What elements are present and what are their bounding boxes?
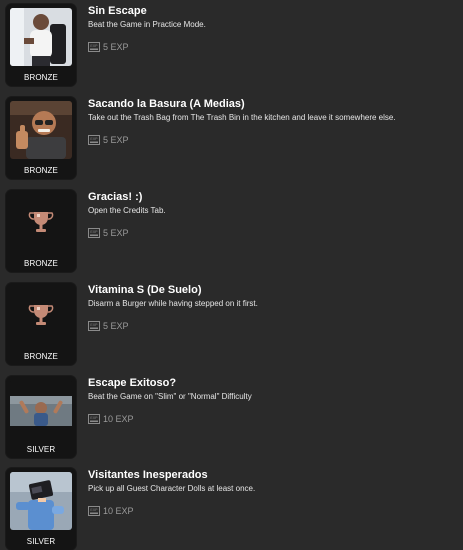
achievement-thumbnail: BRONZE: [6, 190, 76, 272]
exp-icon-text: EXP: [90, 230, 98, 234]
achievement-title: Sin Escape: [88, 5, 147, 17]
achievement-thumbnail: BRONZE: [6, 4, 76, 86]
exp-icon: EXP: [88, 506, 100, 516]
achievement-item[interactable]: BRONZE Sin Escape Beat the Game in Pract…: [6, 4, 456, 86]
exp-icon-text: EXP: [90, 137, 98, 141]
exp-reward: EXP 5 EXP: [88, 134, 129, 146]
exp-reward: EXP 5 EXP: [88, 320, 129, 332]
achievement-text: Sin Escape Beat the Game in Practice Mod…: [88, 4, 454, 30]
achievement-title: Sacando la Basura (A Medias): [88, 98, 245, 110]
tier-label: BRONZE: [24, 259, 58, 268]
doll-figure-photo: [10, 472, 72, 530]
exp-icon: EXP: [88, 414, 100, 424]
thumbs-up-photo: [10, 101, 72, 159]
achievement-thumbnail: SILVER: [6, 376, 76, 458]
tier-label: BRONZE: [24, 166, 58, 175]
achievement-text: Gracias! :) Open the Credits Tab.: [88, 190, 454, 216]
exp-reward: EXP 5 EXP: [88, 41, 129, 53]
achievement-description: Disarm a Burger while having stepped on …: [88, 299, 258, 308]
exp-value: 5 EXP: [103, 42, 129, 52]
achievement-description: Beat the Game in Practice Mode.: [88, 20, 206, 29]
exp-icon: EXP: [88, 42, 100, 52]
achievement-text: Visitantes Inesperados Pick up all Guest…: [88, 468, 454, 494]
exp-value: 5 EXP: [103, 321, 129, 331]
achievement-thumbnail: BRONZE: [6, 97, 76, 179]
trophy-icon: [10, 287, 72, 345]
exp-icon: EXP: [88, 135, 100, 145]
exp-icon: EXP: [88, 228, 100, 238]
achievement-title: Gracias! :): [88, 191, 143, 203]
achievement-item[interactable]: BRONZE Sacando la Basura (A Medias) Take…: [6, 97, 456, 179]
exp-reward: EXP 10 EXP: [88, 505, 134, 517]
achievement-description: Open the Credits Tab.: [88, 206, 166, 215]
achievement-text: Sacando la Basura (A Medias) Take out th…: [88, 97, 454, 123]
achievement-title: Visitantes Inesperados: [88, 469, 208, 481]
exp-icon-text: EXP: [90, 323, 98, 327]
exp-reward: EXP 10 EXP: [88, 413, 134, 425]
achievement-text: Vitamina S (De Suelo) Disarm a Burger wh…: [88, 283, 454, 309]
tier-label: SILVER: [26, 445, 56, 454]
exp-value: 10 EXP: [103, 506, 134, 516]
achievement-item[interactable]: SILVER Visitantes Inesperados Pick up al…: [6, 468, 456, 550]
tier-label: BRONZE: [24, 73, 58, 82]
achievement-text: Escape Exitoso? Beat the Game on "Slim" …: [88, 376, 454, 402]
achievement-description: Take out the Trash Bag from The Trash Bi…: [88, 113, 396, 122]
exp-reward: EXP 5 EXP: [88, 227, 129, 239]
person-chair-photo: [10, 8, 72, 66]
achievement-item[interactable]: BRONZE Vitamina S (De Suelo) Disarm a Bu…: [6, 283, 456, 365]
exp-value: 5 EXP: [103, 228, 129, 238]
exp-icon-text: EXP: [90, 508, 98, 512]
achievement-thumbnail: SILVER: [6, 468, 76, 550]
tier-label: SILVER: [26, 537, 56, 546]
achievement-title: Escape Exitoso?: [88, 377, 177, 389]
exp-value: 5 EXP: [103, 135, 129, 145]
achievement-title: Vitamina S (De Suelo): [88, 284, 202, 296]
tier-label: BRONZE: [24, 352, 58, 361]
trophy-icon: [10, 194, 72, 252]
achievement-description: Pick up all Guest Character Dolls at lea…: [88, 484, 256, 493]
arms-raised-photo: [10, 380, 72, 438]
achievement-item[interactable]: SILVER Escape Exitoso? Beat the Game on …: [6, 376, 456, 458]
exp-icon: EXP: [88, 321, 100, 331]
exp-icon-text: EXP: [90, 416, 98, 420]
exp-value: 10 EXP: [103, 414, 134, 424]
achievement-item[interactable]: BRONZE Gracias! :) Open the Credits Tab.…: [6, 190, 456, 272]
exp-icon-text: EXP: [90, 44, 98, 48]
achievement-description: Beat the Game on "Slim" or "Normal" Diff…: [88, 392, 252, 401]
achievement-thumbnail: BRONZE: [6, 283, 76, 365]
